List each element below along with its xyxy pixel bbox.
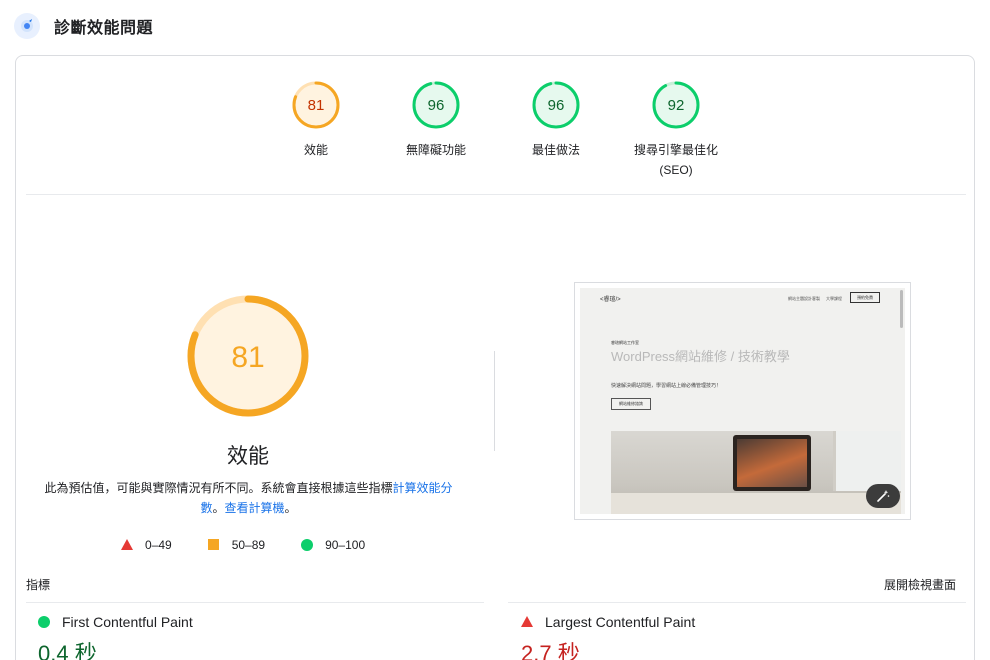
gauge-label-line1: 搜尋引擎最佳化 — [633, 143, 718, 157]
site-button: 預約免費 — [850, 292, 880, 303]
metric-value: 0.4 秒 — [38, 641, 97, 660]
gauge-label: 搜尋引擎最佳化 (SEO) — [616, 140, 736, 180]
legend-item-average: 50–89 — [207, 538, 266, 552]
photo-window — [833, 431, 901, 491]
scrollbar — [900, 290, 903, 328]
hero-photo — [611, 431, 901, 514]
metric-name: First Contentful Paint — [62, 614, 193, 630]
gauge-seo[interactable]: 92 搜尋引擎最佳化 (SEO) — [616, 80, 736, 180]
page-screenshot[interactable]: <睿瑄/> 網站主題設計客製 大學課程 預約免費 睿瑄網站工作室 WordPre… — [574, 282, 911, 520]
performance-title: 效能 — [227, 445, 269, 468]
gauge-label: 無障礙功能 — [405, 143, 466, 157]
metric-lcp[interactable]: Largest Contentful Paint 2.7 秒 — [521, 614, 695, 660]
gauge-score: 96 — [548, 97, 565, 114]
metric-name: Largest Contentful Paint — [545, 614, 696, 630]
calculator-link[interactable]: 查看計算機 — [225, 501, 285, 515]
expand-view-toggle[interactable]: 展開檢視畫面 — [884, 576, 956, 593]
score-legend: 0–49 50–89 90–100 — [121, 538, 401, 552]
fail-triangle-icon — [521, 616, 533, 627]
gauge-score: 81 — [308, 97, 325, 114]
photo-desk — [611, 493, 901, 514]
vertical-divider — [494, 351, 495, 451]
gauge-accessibility[interactable]: 96 無障礙功能 — [376, 80, 496, 160]
metric-fcp[interactable]: First Contentful Paint 0.4 秒 — [38, 614, 193, 660]
divider — [26, 194, 966, 195]
legend-item-poor: 0–49 — [121, 538, 172, 552]
site-nav-item: 網站主題設計客製 — [788, 296, 820, 301]
performance-score: 81 — [231, 341, 264, 374]
site-kicker: 睿瑄網站工作室 — [611, 340, 639, 345]
divider — [26, 602, 484, 603]
circle-icon — [301, 539, 314, 551]
gauge-ring: 92 — [652, 81, 700, 129]
gauge-ring: 96 — [532, 81, 580, 129]
divider — [508, 602, 966, 603]
gauge-score: 92 — [668, 97, 685, 114]
desc-sep: 。 — [212, 501, 225, 515]
gauge-ring: 96 — [412, 81, 460, 129]
site-subline: 快速解決網站問題，學習網站上線必備管理技巧！ — [611, 383, 722, 389]
lighthouse-icon — [14, 13, 40, 39]
legend-range: 50–89 — [231, 538, 266, 552]
section-header: 診斷效能問題 — [14, 10, 153, 42]
metric-head: First Contentful Paint — [38, 614, 193, 630]
legend-range: 90–100 — [325, 538, 366, 552]
magic-wand-icon[interactable] — [866, 484, 900, 508]
site-nav-item: 大學課程 — [826, 296, 842, 301]
gauge-label: 最佳做法 — [531, 143, 580, 157]
legend-range: 0–49 — [145, 538, 172, 552]
gauge-label-line2: (SEO) — [659, 163, 693, 177]
performance-description: 此為預估值，可能與實際情況有所不同。系統會直接根據這些指標計算效能分數。查看計算… — [36, 478, 461, 518]
category-gauges: 81 效能 96 無障礙功能 96 最佳做法 92 搜尋引擎最佳化 (SEO) — [16, 80, 974, 180]
report-card: 81 效能 96 無障礙功能 96 最佳做法 92 搜尋引擎最佳化 (SEO) … — [15, 55, 975, 660]
gauge-ring: 81 — [292, 81, 340, 129]
legend-item-good: 90–100 — [301, 538, 365, 552]
section-title: 診斷效能問題 — [54, 20, 154, 37]
screenshot-content: <睿瑄/> 網站主題設計客製 大學課程 預約免費 睿瑄網站工作室 WordPre… — [580, 288, 905, 514]
pass-circle-icon — [38, 616, 50, 628]
desc-text: 此為預估值，可能與實際情況有所不同。系統會直接根據這些指標 — [44, 481, 393, 495]
square-icon — [207, 539, 219, 550]
site-cta: 網站維修諮詢 — [611, 398, 651, 410]
gauge-best-practices[interactable]: 96 最佳做法 — [496, 80, 616, 160]
site-headline: WordPress網站維修 / 技術教學 — [611, 349, 790, 364]
metrics-label: 指標 — [26, 578, 51, 592]
site-logo: <睿瑄/> — [600, 297, 621, 303]
metric-head: Largest Contentful Paint — [521, 614, 695, 630]
gauge-performance[interactable]: 81 效能 — [256, 80, 376, 160]
triangle-icon — [121, 539, 133, 550]
metric-value: 2.7 秒 — [521, 641, 580, 660]
desc-suffix: 。 — [284, 501, 297, 515]
photo-laptop — [733, 435, 811, 491]
performance-gauge: 81 — [187, 295, 309, 417]
gauge-score: 96 — [428, 97, 445, 114]
gauge-label: 效能 — [303, 143, 328, 157]
